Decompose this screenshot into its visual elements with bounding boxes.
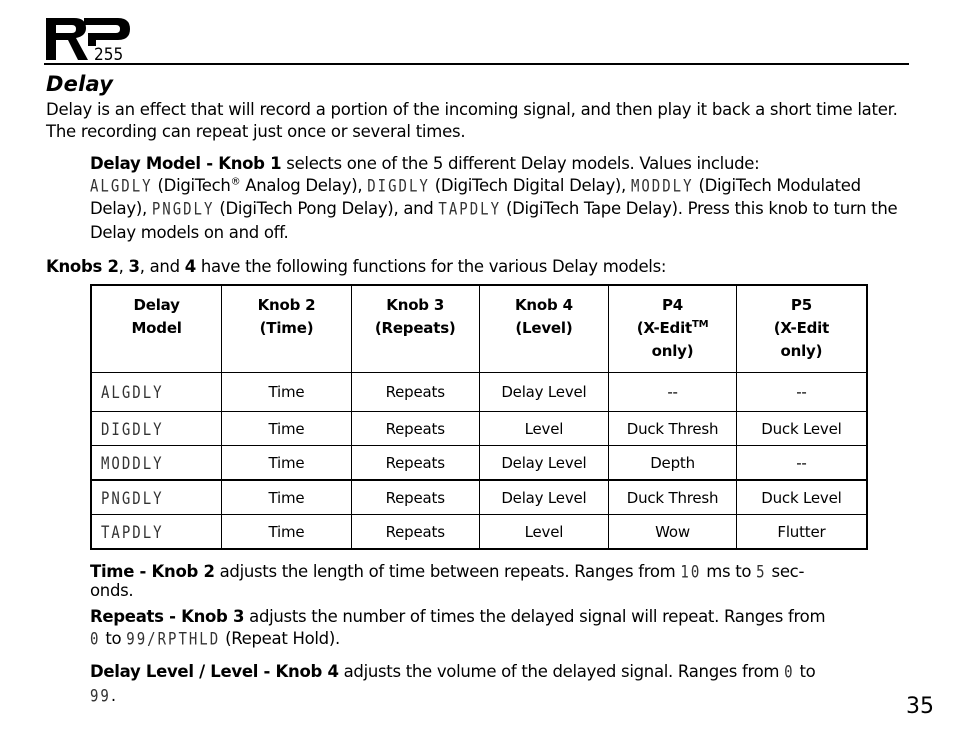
header-knob2: Knob 2 (Time) [221, 284, 352, 373]
logo-model-number: 255 [94, 45, 123, 62]
table-row: MODDLY Time Repeats Delay Level Depth -- [90, 445, 868, 481]
repeats-paragraph: Repeats - Knob 3 adjusts the number of t… [90, 607, 826, 649]
lcd-digdly: DIGDLY [367, 176, 430, 196]
header-p4: P4 (X-EditTM only) [608, 284, 737, 373]
table-row: PNGDLY Time Repeats Delay Level Duck Thr… [90, 479, 868, 515]
delay-model-paragraph: Delay Model - Knob 1 selects one of the … [90, 154, 898, 242]
level-lead: Delay Level / Level - Knob 4 [90, 662, 339, 681]
table-row: ALGDLY Time Repeats Delay Level -- -- [90, 372, 868, 412]
section-title: Delay [46, 72, 114, 96]
rp255-logo: 255 [44, 14, 134, 65]
header-delay-model: Delay Model [90, 284, 223, 373]
time-lead: Time - Knob 2 [90, 562, 215, 581]
lcd-tapdly: TAPDLY [438, 200, 501, 220]
rp-logo-icon: 255 [46, 18, 130, 65]
header-rule [44, 63, 909, 65]
table-row: DIGDLY Time Repeats Level Duck Thresh Du… [90, 411, 868, 446]
header-knob3: Knob 3 (Repeats) [350, 284, 480, 373]
header-p5: P5 (X-Edit only) [735, 284, 868, 373]
lcd-algdly: ALGDLY [90, 176, 153, 196]
delay-functions-table: Delay Model Knob 2 (Time) Knob 3 (Repeats) … [90, 284, 868, 550]
time-paragraph: Time - Knob 2 adjusts the length of time… [90, 562, 805, 600]
table-header-row: Delay Model Knob 2 (Time) Knob 3 (Repeats) … [90, 284, 868, 373]
delay-model-lead: Delay Model - Knob 1 [90, 154, 282, 173]
header-knob4: Knob 4 (Level) [478, 284, 610, 373]
lcd-pngdly: PNGDLY [151, 200, 215, 220]
intro-paragraph: Delay is an effect that will record a po… [46, 100, 898, 141]
lcd-moddly: MODDLY [630, 176, 694, 196]
level-paragraph: Delay Level / Level - Knob 4 adjusts the… [90, 662, 816, 706]
knobs-paragraph: Knobs 2, 3, and 4 have the following fun… [46, 257, 667, 276]
table-row: TAPDLY Time Repeats Level Wow Flutter [90, 514, 868, 550]
repeats-lead: Repeats - Knob 3 [90, 607, 245, 626]
page-number: 35 [906, 694, 934, 719]
